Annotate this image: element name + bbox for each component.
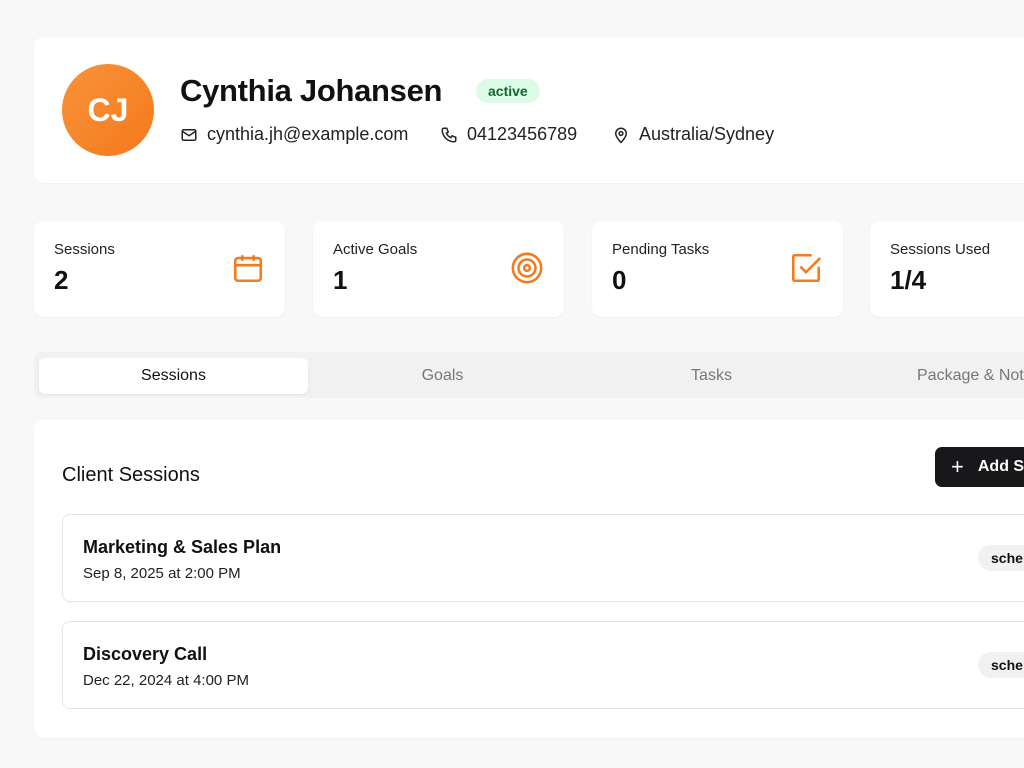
stat-value: 0	[612, 265, 627, 295]
tab-goals[interactable]: Goals	[308, 358, 577, 394]
section-title: Client Sessions	[62, 464, 200, 486]
session-status-badge: sche	[978, 545, 1024, 571]
client-profile-card: CJ Cynthia Johansen active cynthia.jh@ex…	[34, 37, 1024, 183]
add-session-label: Add S	[977, 458, 1024, 475]
session-status-badge: sche	[978, 652, 1024, 678]
location-pin-icon	[614, 127, 628, 144]
phone-text: 04123456789	[467, 124, 578, 144]
client-sessions-panel: Client Sessions + Add S Marketing & Sale…	[34, 420, 1024, 738]
stat-label: Sessions	[54, 241, 115, 258]
stat-label: Sessions Used	[890, 241, 991, 258]
plus-icon: +	[951, 454, 964, 479]
stat-value: 1	[333, 265, 348, 295]
calendar-icon	[233, 255, 263, 283]
session-date: Sep 8, 2025 at 2:00 PM	[83, 565, 241, 582]
add-session-button[interactable]: + Add S	[935, 447, 1024, 487]
timezone-text: Australia/Sydney	[639, 124, 775, 144]
email-contact[interactable]: cynthia.jh@example.com	[180, 124, 408, 145]
target-icon	[511, 252, 543, 284]
email-text: cynthia.jh@example.com	[207, 124, 409, 144]
tab-bar: Sessions Goals Tasks Package & Not	[34, 352, 1024, 398]
stat-card-sessions-used: Sessions Used 1/4	[870, 221, 1024, 317]
stat-value: 1/4	[890, 265, 927, 295]
client-name: Cynthia Johansen	[180, 73, 443, 108]
session-date: Dec 22, 2024 at 4:00 PM	[83, 672, 249, 689]
status-badge: active	[476, 79, 540, 103]
timezone-contact: Australia/Sydney	[612, 124, 774, 145]
stat-card-sessions: Sessions 2	[34, 221, 285, 317]
phone-icon	[441, 127, 457, 143]
tab-sessions[interactable]: Sessions	[39, 358, 308, 394]
stat-card-pending-tasks: Pending Tasks 0	[592, 221, 843, 317]
session-row[interactable]: Discovery Call Dec 22, 2024 at 4:00 PM s…	[62, 621, 1024, 709]
stat-card-active-goals: Active Goals 1	[313, 221, 564, 317]
session-row[interactable]: Marketing & Sales Plan Sep 8, 2025 at 2:…	[62, 514, 1024, 602]
tab-tasks[interactable]: Tasks	[577, 358, 846, 394]
session-title: Discovery Call	[83, 644, 208, 664]
stat-label: Active Goals	[333, 241, 418, 258]
checkbox-icon	[791, 253, 822, 283]
stat-label: Pending Tasks	[612, 241, 710, 258]
stat-value: 2	[54, 265, 69, 295]
session-title: Marketing & Sales Plan	[83, 537, 282, 557]
avatar: CJ	[62, 64, 154, 156]
mail-icon	[181, 128, 197, 141]
tab-package-notes[interactable]: Package & Not	[846, 358, 1024, 394]
phone-contact[interactable]: 04123456789	[440, 124, 577, 145]
